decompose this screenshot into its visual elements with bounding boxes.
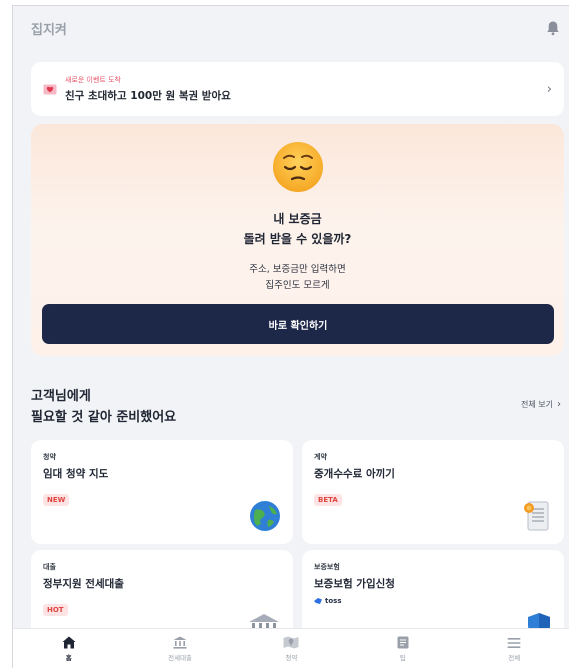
chevron-right-icon: › (557, 399, 561, 410)
card-brokerage-savings[interactable]: 계약 중개수수료 아끼기 BETA (302, 440, 564, 544)
status-badge: BETA (314, 494, 342, 506)
tab-jeonse-loan[interactable]: 전세대출 (140, 636, 220, 662)
see-all-link[interactable]: 전체 보기 › (521, 399, 561, 410)
card-title: 중개수수료 아끼기 (314, 468, 395, 480)
check-now-button[interactable]: 바로 확인하기 (42, 304, 554, 344)
hero-sub-line1: 주소, 보증금만 입력하면 (249, 264, 346, 275)
recommend-title: 고객님에게 필요할 것 같아 준비했어요 (31, 386, 176, 428)
app-screen: 집지켜 새로운 이벤트 도착 친구 초대하고 100만 원 복권 받아요 › 내… (12, 5, 569, 668)
toss-badge: toss (314, 597, 552, 605)
toss-logo-icon (314, 598, 322, 604)
home-icon (62, 636, 76, 649)
card-category: 청약 (43, 453, 56, 461)
status-badge: HOT (43, 604, 68, 616)
card-guarantee-insurance[interactable]: 보증보험 보증보험 가입신청 toss (302, 550, 564, 640)
tab-all[interactable]: 전체 (474, 637, 554, 662)
bell-icon[interactable] (546, 20, 560, 36)
map-icon (283, 636, 299, 649)
see-all-label: 전체 보기 (521, 400, 553, 409)
card-title: 임대 청약 지도 (43, 468, 109, 480)
recommend-title-line1: 고객님에게 (31, 389, 91, 404)
deposit-check-hero: 내 보증금 돌려 받을 수 있을까? 주소, 보증금만 입력하면 집주인도 모르… (31, 124, 564, 356)
globe-icon (250, 501, 280, 531)
pensive-face-icon (273, 142, 323, 192)
bottom-tab-bar: 홈 전세대출 청약 팁 전체 (13, 628, 569, 668)
card-category: 보증보험 (314, 563, 340, 571)
tab-tips[interactable]: 팁 (363, 636, 443, 662)
hero-title-line1: 내 보증금 (273, 212, 322, 226)
event-texts: 새로운 이벤트 도착 친구 초대하고 100만 원 복권 받아요 (65, 75, 547, 103)
tab-home[interactable]: 홈 (29, 636, 109, 662)
app-title: 집지켜 (31, 22, 67, 38)
tab-subscription[interactable]: 청약 (251, 636, 331, 662)
card-title: 보증보험 가입신청 (314, 578, 395, 590)
card-government-loan[interactable]: 대출 정부지원 전세대출 HOT (31, 550, 293, 640)
top-bar: 집지켜 (13, 6, 569, 50)
tab-label: 팁 (399, 654, 406, 662)
recommend-title-line2: 필요할 것 같아 준비했어요 (31, 410, 177, 425)
card-category: 대출 (43, 563, 56, 571)
tab-label: 홈 (65, 654, 72, 662)
document-seal-icon (524, 501, 549, 531)
tab-label: 청약 (285, 654, 298, 662)
status-badge: NEW (43, 494, 70, 506)
hero-title-line2: 돌려 받을 수 있을까? (243, 232, 352, 246)
toss-label: toss (325, 597, 342, 605)
tab-label: 전세대출 (168, 654, 193, 662)
hero-sub-line2: 집주인도 모르게 (265, 280, 330, 291)
heart-envelope-icon (43, 84, 57, 94)
event-banner[interactable]: 새로운 이벤트 도착 친구 초대하고 100만 원 복권 받아요 › (31, 62, 564, 116)
event-title: 친구 초대하고 100만 원 복권 받아요 (65, 90, 231, 102)
bank-icon (173, 636, 187, 649)
chevron-right-icon: › (546, 81, 552, 97)
card-category: 계약 (314, 453, 327, 461)
menu-icon (507, 637, 521, 648)
tab-label: 전체 (508, 653, 521, 662)
book-icon (397, 636, 409, 649)
card-rental-subscription-map[interactable]: 청약 임대 청약 지도 NEW (31, 440, 293, 544)
card-title: 정부지원 전세대출 (43, 578, 124, 590)
event-kicker: 새로운 이벤트 도착 (65, 76, 121, 84)
